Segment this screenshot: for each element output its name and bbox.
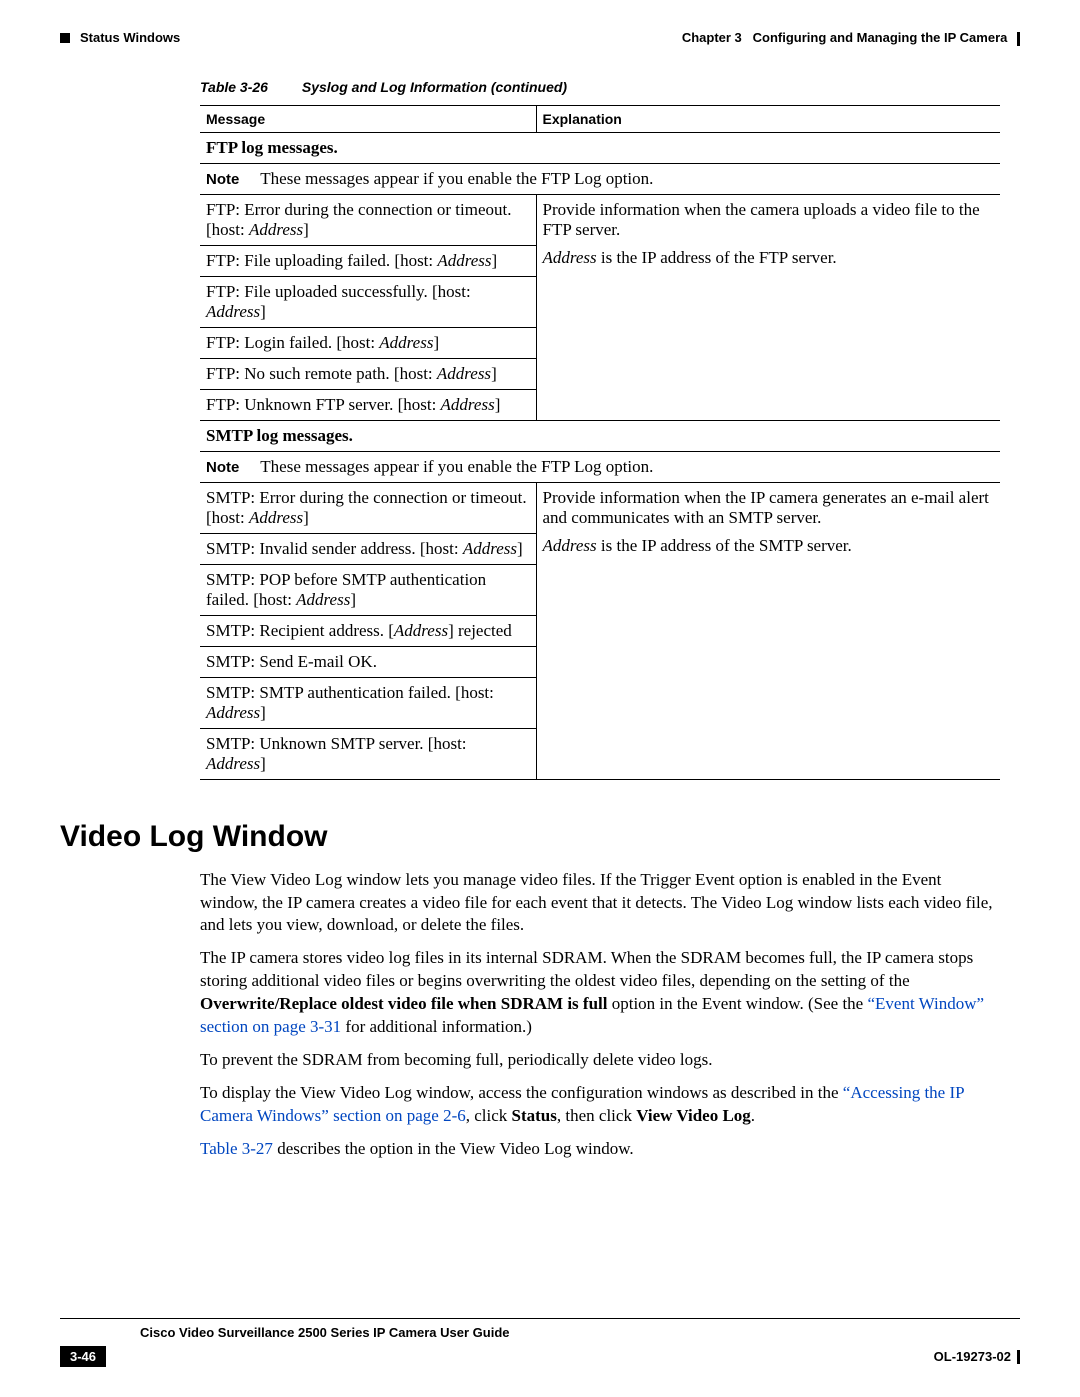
header-section: Status Windows <box>80 30 180 45</box>
ftp-note-cell: Note These messages appear if you enable… <box>200 163 1000 194</box>
header-chapter-title: Configuring and Managing the IP Camera <box>753 30 1008 45</box>
ftp-msg-3: FTP: File uploaded successfully. [host: … <box>200 276 536 327</box>
header-bar-icon <box>1017 32 1020 46</box>
header-marker-icon <box>60 33 70 43</box>
header-chapter: Chapter 3 <box>682 30 742 45</box>
smtp-section-title: SMTP log messages. <box>200 420 1000 451</box>
ftp-note-text: These messages appear if you enable the … <box>260 169 653 188</box>
smtp-msg-6: SMTP: SMTP authentication failed. [host:… <box>200 677 536 728</box>
ftp-msg-2: FTP: File uploading failed. [host: Addre… <box>200 245 536 276</box>
smtp-note-text: These messages appear if you enable the … <box>260 457 653 476</box>
link-table-3-27[interactable]: Table 3-27 <box>200 1139 273 1158</box>
ftp-msg-4: FTP: Login failed. [host: Address] <box>200 327 536 358</box>
ftp-msg-1: FTP: Error during the connection or time… <box>200 194 536 245</box>
para-3: To prevent the SDRAM from becoming full,… <box>200 1049 1000 1072</box>
th-explanation: Explanation <box>536 105 1000 132</box>
para-1: The View Video Log window lets you manag… <box>200 869 1000 938</box>
smtp-msg-3: SMTP: POP before SMTP authentication fai… <box>200 564 536 615</box>
doc-id: OL-19273-02 <box>934 1349 1011 1364</box>
note-label: Note <box>206 171 239 188</box>
para-4: To display the View Video Log window, ac… <box>200 1082 1000 1128</box>
smtp-msg-2: SMTP: Invalid sender address. [host: Add… <box>200 533 536 564</box>
ftp-section-title: FTP log messages. <box>200 132 1000 163</box>
para-2: The IP camera stores video log files in … <box>200 947 1000 1039</box>
ftp-explanation: Provide information when the camera uplo… <box>536 194 1000 420</box>
para-5: Table 3-27 describes the option in the V… <box>200 1138 1000 1161</box>
smtp-note-cell: Note These messages appear if you enable… <box>200 451 1000 482</box>
footer-bar-icon <box>1017 1350 1020 1364</box>
table-title: Syslog and Log Information (continued) <box>302 79 567 95</box>
ftp-msg-6: FTP: Unknown FTP server. [host: Address] <box>200 389 536 420</box>
log-table: Message Explanation FTP log messages. No… <box>200 105 1000 780</box>
smtp-msg-1: SMTP: Error during the connection or tim… <box>200 482 536 533</box>
footer-guide-title: Cisco Video Surveillance 2500 Series IP … <box>140 1325 1020 1340</box>
page-footer: Cisco Video Surveillance 2500 Series IP … <box>60 1318 1020 1367</box>
smtp-msg-5: SMTP: Send E-mail OK. <box>200 646 536 677</box>
page-number: 3-46 <box>60 1346 106 1367</box>
table-number: Table 3-26 <box>200 79 268 95</box>
section-heading: Video Log Window <box>60 820 1020 854</box>
smtp-msg-7: SMTP: Unknown SMTP server. [host: Addres… <box>200 728 536 779</box>
page-header: Status Windows Chapter 3 Configuring and… <box>60 30 1020 49</box>
smtp-msg-4: SMTP: Recipient address. [Address] rejec… <box>200 615 536 646</box>
smtp-explanation: Provide information when the IP camera g… <box>536 482 1000 779</box>
ftp-msg-5: FTP: No such remote path. [host: Address… <box>200 358 536 389</box>
th-message: Message <box>200 105 536 132</box>
table-caption: Table 3-26 Syslog and Log Information (c… <box>200 79 1000 95</box>
note-label: Note <box>206 459 239 476</box>
